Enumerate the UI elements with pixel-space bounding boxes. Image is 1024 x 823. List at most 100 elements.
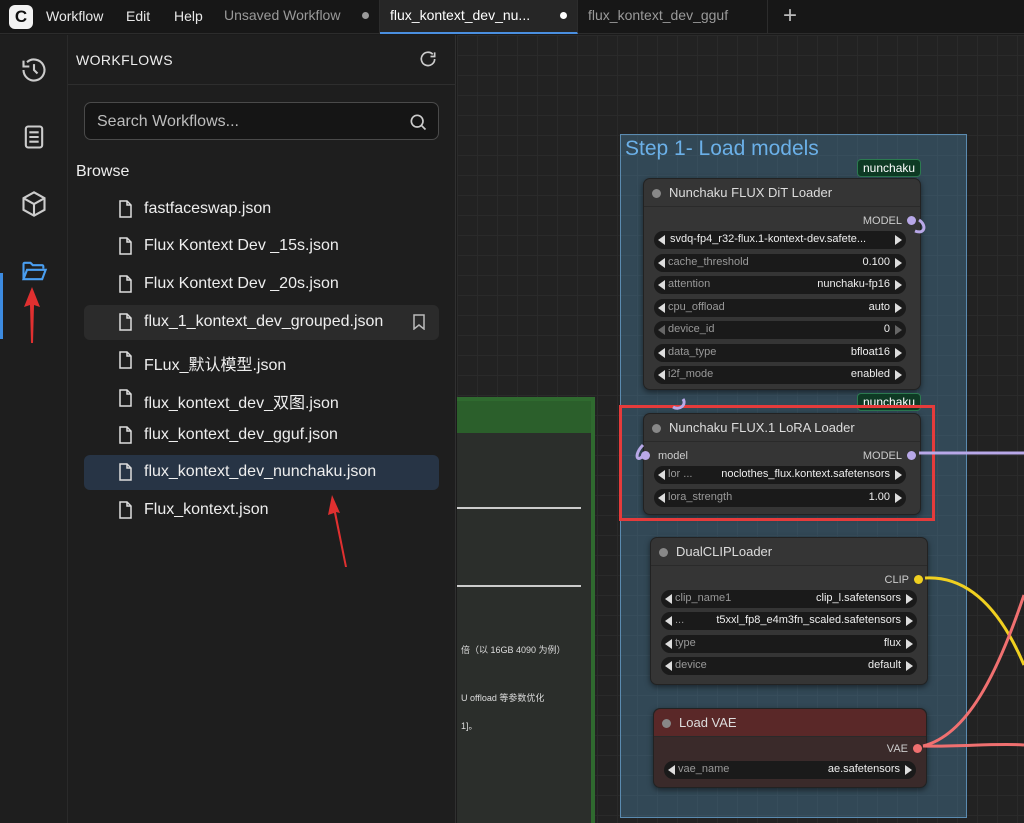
file-item[interactable]: FLux_默认模型.json	[84, 343, 439, 378]
browse-heading: Browse	[76, 163, 130, 180]
arrow-left-icon[interactable]	[665, 661, 672, 671]
file-item[interactable]: Flux Kontext Dev _15s.json	[84, 229, 439, 264]
bookmark-icon[interactable]	[413, 314, 425, 330]
cpu-offload-widget[interactable]: cpu_offload auto	[654, 299, 906, 317]
widget-value: auto	[868, 301, 890, 313]
arrow-left-icon[interactable]	[658, 235, 665, 245]
arrow-left-icon[interactable]	[658, 258, 665, 268]
arrow-left-icon[interactable]	[665, 639, 672, 649]
menu-workflow[interactable]: Workflow	[46, 8, 103, 24]
file-icon	[119, 200, 132, 218]
file-item[interactable]: flux_1_kontext_dev_grouped.json	[84, 305, 439, 340]
device-id-widget[interactable]: device_id 0	[654, 321, 906, 339]
node-load-vae[interactable]: Load VAE VAE vae_name ae.safetensors	[653, 708, 927, 788]
search-icon[interactable]	[408, 112, 428, 132]
node-group-notes[interactable]: 倍（以 16GB 4090 为例） U offload 等参数优化 1]。	[457, 397, 595, 823]
menu-edit[interactable]: Edit	[126, 8, 150, 24]
model-path-widget[interactable]: svdq-fp4_r32-flux.1-kontext-dev.safete..…	[654, 231, 906, 249]
type-widget[interactable]: type flux	[661, 635, 917, 653]
tab-flux-kontext-dev-gguf[interactable]: flux_kontext_dev_gguf	[578, 0, 768, 34]
output-label: VAE	[886, 743, 908, 755]
refresh-icon[interactable]	[418, 49, 438, 69]
arrow-left-icon[interactable]	[658, 348, 665, 358]
file-item[interactable]: Flux_kontext.json	[84, 493, 439, 528]
widget-label: device	[675, 659, 707, 671]
node-header: Load VAE	[654, 709, 926, 737]
graph-canvas[interactable]: 倍（以 16GB 4090 为例） U offload 等参数优化 1]。 St…	[457, 35, 1024, 823]
arrow-right-icon[interactable]	[905, 765, 912, 775]
arrow-right-icon[interactable]	[906, 594, 913, 604]
file-item[interactable]: Flux Kontext Dev _20s.json	[84, 267, 439, 302]
cube-icon	[22, 191, 46, 217]
file-item[interactable]: flux_kontext_dev_双图.json	[84, 381, 439, 416]
tab-unsaved-workflow[interactable]: Unsaved Workflow	[214, 0, 380, 34]
arrow-left-icon[interactable]	[658, 280, 665, 290]
widget-label: attention	[668, 278, 711, 290]
file-item-selected[interactable]: flux_kontext_dev_nunchaku.json	[84, 455, 439, 490]
collapse-dot-icon[interactable]	[659, 548, 668, 557]
attention-widget[interactable]: attention nunchaku-fp16	[654, 276, 906, 294]
file-icon	[119, 275, 132, 293]
arrow-left-icon[interactable]	[665, 616, 672, 626]
arrow-right-icon[interactable]	[895, 348, 902, 358]
model-output-port[interactable]	[907, 216, 916, 225]
arrow-right-icon[interactable]	[895, 280, 902, 290]
clip-name1-widget[interactable]: clip_name1 clip_l.safetensors	[661, 590, 917, 608]
node-nunchaku-flux-dit-loader[interactable]: Nunchaku FLUX DiT Loader MODEL svdq-fp4_…	[643, 178, 921, 390]
annotation-arrow-up	[328, 495, 347, 567]
models-button[interactable]	[14, 184, 54, 224]
vae-output-port[interactable]	[913, 744, 922, 753]
node-dualcliploader[interactable]: DualCLIPLoader CLIP clip_name1 clip_l.saf…	[650, 537, 928, 685]
unsaved-dot-icon	[560, 12, 567, 19]
tab-flux-kontext-dev-nunchaku[interactable]: flux_kontext_dev_nu...	[380, 0, 578, 34]
arrow-right-icon[interactable]	[895, 325, 902, 335]
widget-label: type	[675, 637, 696, 649]
arrow-right-icon[interactable]	[895, 370, 902, 380]
clip-output-port[interactable]	[914, 575, 923, 584]
widget-value: enabled	[850, 368, 890, 380]
node-header: DualCLIPLoader	[651, 538, 927, 566]
arrow-left-icon[interactable]	[668, 765, 675, 775]
clip-name2-widget[interactable]: ... t5xxl_fp8_e4m3fn_scaled.safetensors	[661, 612, 917, 630]
arrow-right-icon[interactable]	[906, 639, 913, 649]
cache-threshold-widget[interactable]: cache_threshold 0.100	[654, 254, 906, 272]
widget-value: bfloat16	[850, 346, 890, 358]
file-item[interactable]: fastfaceswap.json	[84, 192, 439, 227]
history-icon	[22, 58, 46, 82]
arrow-right-icon[interactable]	[895, 235, 902, 245]
highlight-box	[619, 405, 935, 521]
new-tab-button[interactable]: +	[778, 2, 802, 30]
arrow-left-icon[interactable]	[658, 325, 665, 335]
group-title: Step 1- Load models	[625, 137, 819, 160]
collapse-dot-icon[interactable]	[652, 189, 661, 198]
file-item[interactable]: flux_kontext_dev_gguf.json	[84, 418, 439, 453]
arrow-right-icon[interactable]	[906, 661, 913, 671]
arrow-left-icon[interactable]	[658, 303, 665, 313]
file-name: FLux_默认模型.json	[144, 357, 287, 374]
file-name: flux_kontext_dev_双图.json	[144, 395, 339, 412]
app-logo[interactable]: C	[9, 5, 33, 29]
file-name: flux_1_kontext_dev_grouped.json	[144, 313, 384, 330]
search-input[interactable]	[97, 112, 397, 132]
output-label: CLIP	[884, 574, 909, 586]
output-label: MODEL	[862, 215, 902, 227]
history-button[interactable]	[14, 50, 54, 90]
library-button[interactable]	[14, 117, 54, 157]
collapse-dot-icon[interactable]	[662, 719, 671, 728]
file-name: flux_kontext_dev_gguf.json	[144, 426, 338, 443]
arrow-left-icon[interactable]	[665, 594, 672, 604]
divider	[457, 507, 581, 509]
book-icon	[24, 125, 44, 149]
arrow-left-icon[interactable]	[658, 370, 665, 380]
vae-name-widget[interactable]: vae_name ae.safetensors	[664, 761, 916, 779]
data-type-widget[interactable]: data_type bfloat16	[654, 344, 906, 362]
i2f-mode-widget[interactable]: i2f_mode enabled	[654, 366, 906, 384]
widget-value: t5xxl_fp8_e4m3fn_scaled.safetensors	[716, 614, 901, 626]
device-widget[interactable]: device default	[661, 657, 917, 675]
arrow-right-icon[interactable]	[906, 616, 913, 626]
arrow-right-icon[interactable]	[895, 303, 902, 313]
widget-label: data_type	[668, 346, 717, 358]
unsaved-dot-icon	[362, 12, 369, 19]
menu-help[interactable]: Help	[174, 8, 203, 24]
arrow-right-icon[interactable]	[895, 258, 902, 268]
